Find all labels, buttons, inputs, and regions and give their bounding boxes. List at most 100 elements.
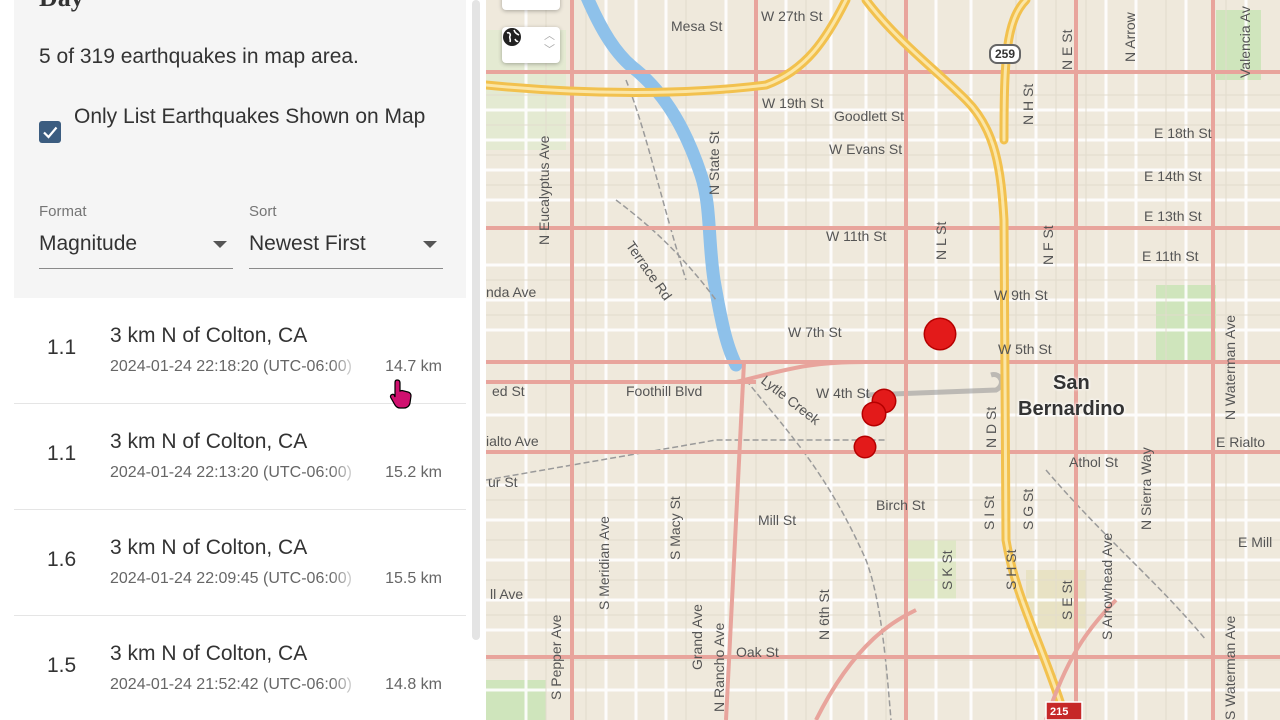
street-label: N Waterman Ave xyxy=(1222,314,1238,420)
format-label: Format xyxy=(39,203,87,220)
earthquake-row[interactable]: 1.6 3 km N of Colton, CA 2024-01-24 22:0… xyxy=(14,510,466,616)
street-label: N State St xyxy=(706,131,722,195)
street-label: nda Ave xyxy=(486,284,537,300)
street-label: S G St xyxy=(1020,488,1036,530)
zoom-control[interactable] xyxy=(502,0,560,10)
street-label: W Evans St xyxy=(829,141,903,157)
timestamp: 2024-01-24 21:52:42 (UTC-06:00) xyxy=(110,676,360,694)
timestamp: 2024-01-24 22:13:20 (UTC-06:00) xyxy=(110,464,360,482)
depth: 14.8 km xyxy=(385,676,442,693)
street-label: S H St xyxy=(1003,549,1019,590)
location: 3 km N of Colton, CA xyxy=(110,642,308,665)
interstate-215-label: 215 xyxy=(1050,706,1069,718)
highway-shield-259: 259 xyxy=(989,44,1022,64)
street-label: N H St xyxy=(1020,83,1036,125)
earthquake-marker[interactable] xyxy=(925,319,955,349)
panel-title: Day xyxy=(39,0,84,13)
street-label: W 27th St xyxy=(761,8,823,24)
dropdown-caret-icon xyxy=(423,241,437,248)
street-label: N E St xyxy=(1059,29,1075,70)
street-label: Birch St xyxy=(876,497,926,513)
street-label: S Meridian Ave xyxy=(596,516,612,610)
checkmark-icon xyxy=(43,126,58,139)
location: 3 km N of Colton, CA xyxy=(110,324,308,347)
street-label: E 14th St xyxy=(1144,168,1202,184)
street-label: N Rancho Ave xyxy=(711,622,727,712)
earthquake-list: 1.1 3 km N of Colton, CA 2024-01-24 22:1… xyxy=(14,298,466,720)
street-label: Oak St xyxy=(736,644,779,660)
expand-arrows-icon: ︿ ﹀ xyxy=(544,30,555,56)
street-label: W 5th St xyxy=(998,341,1052,357)
street-label: S E St xyxy=(1059,580,1075,620)
street-label: Mesa St xyxy=(671,18,723,34)
street-label: Valencia Av xyxy=(1237,6,1253,78)
earthquake-marker[interactable] xyxy=(863,403,885,425)
street-label: N L St xyxy=(933,221,949,260)
earthquake-count-text: 5 of 319 earthquakes in map area. xyxy=(39,45,359,68)
street-label: Grand Ave xyxy=(689,604,705,670)
earthquake-map[interactable]: Mesa St W 27th St W 19th St Goodlett St … xyxy=(486,0,1280,720)
street-label: N Arrow xyxy=(1122,12,1138,62)
magnitude: 1.5 xyxy=(47,654,77,677)
city-label-line2: Bernardino xyxy=(1018,398,1125,420)
street-label: N F St xyxy=(1040,225,1056,265)
street-label: Foothill Blvd xyxy=(626,383,703,399)
street-label: N D St xyxy=(983,406,999,448)
street-label: W 9th St xyxy=(994,287,1048,303)
sort-select[interactable]: Newest First xyxy=(249,226,443,269)
depth: 14.7 km xyxy=(385,358,442,375)
location: 3 km N of Colton, CA xyxy=(110,430,308,453)
street-label: W 19th St xyxy=(762,95,824,111)
street-label: ur St xyxy=(488,474,518,490)
globe-icon xyxy=(503,28,521,46)
street-label: E 11th St xyxy=(1142,248,1199,264)
list-settings: Day 5 of 319 earthquakes in map area. On… xyxy=(14,0,466,298)
earthquake-row[interactable]: 1.1 3 km N of Colton, CA 2024-01-24 22:1… xyxy=(14,404,466,510)
city-label-line1: San xyxy=(1053,372,1090,394)
timestamp: 2024-01-24 22:18:20 (UTC-06:00) xyxy=(110,358,360,376)
street-label: S Arrowhead Ave xyxy=(1099,532,1115,640)
street-label: E Mill xyxy=(1238,534,1273,550)
street-label: N 6th St xyxy=(816,589,832,640)
street-label: N Eucalyptus Ave xyxy=(536,135,552,245)
format-select[interactable]: Magnitude xyxy=(39,226,233,269)
magnitude: 1.6 xyxy=(47,548,77,571)
only-list-checkbox[interactable] xyxy=(39,121,61,143)
depth: 15.2 km xyxy=(385,464,442,481)
earthquake-row[interactable]: 1.5 3 km N of Colton, CA 2024-01-24 21:5… xyxy=(14,616,466,720)
street-label: W 4th St xyxy=(816,385,870,401)
timestamp: 2024-01-24 22:09:45 (UTC-06:00) xyxy=(110,570,360,588)
list-scrollbar[interactable] xyxy=(472,0,480,640)
street-label: ed St xyxy=(492,383,525,399)
magnitude: 1.1 xyxy=(47,336,77,359)
street-label: Athol St xyxy=(1069,454,1119,470)
only-list-label[interactable]: Only List Earthquakes Shown on Map xyxy=(74,99,434,134)
street-label: S K St xyxy=(939,550,955,590)
street-label: S I St xyxy=(981,495,997,530)
sort-value: Newest First xyxy=(249,232,366,255)
earthquake-list-panel: Day 5 of 319 earthquakes in map area. On… xyxy=(0,0,486,720)
sort-label: Sort xyxy=(249,203,277,220)
street-label: E 18th St xyxy=(1154,125,1212,141)
street-label: W 7th St xyxy=(788,324,842,340)
magnitude: 1.1 xyxy=(47,442,77,465)
street-label: ll Ave xyxy=(490,586,524,602)
earthquake-marker[interactable] xyxy=(855,437,875,457)
street-label: S Waterman Ave xyxy=(1222,615,1238,720)
street-label: E 13th St xyxy=(1144,208,1202,224)
street-label: N Sierra Way xyxy=(1138,447,1154,530)
city-label: San Bernardino xyxy=(1018,370,1125,422)
location: 3 km N of Colton, CA xyxy=(110,536,308,559)
depth: 15.5 km xyxy=(385,570,442,587)
basemap-toggle-button[interactable]: ︿ ﹀ xyxy=(502,27,560,63)
panel-content: Day 5 of 319 earthquakes in map area. On… xyxy=(14,0,466,720)
street-label: E Rialto xyxy=(1216,434,1266,450)
street-label: ialto Ave xyxy=(486,433,539,449)
street-label: S Macy St xyxy=(667,496,683,560)
dropdown-caret-icon xyxy=(213,241,227,248)
street-label: Mill St xyxy=(758,512,797,528)
street-label: S Pepper Ave xyxy=(548,614,564,700)
street-label: Goodlett St xyxy=(834,108,905,124)
street-label: W 11th St xyxy=(826,228,887,244)
hand-pointer-icon xyxy=(388,378,416,415)
